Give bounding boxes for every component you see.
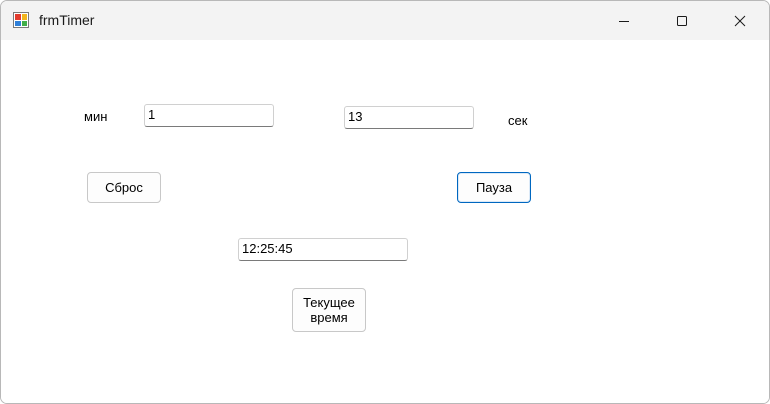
reset-button[interactable]: Сброс bbox=[87, 172, 161, 203]
seconds-label: сек bbox=[508, 113, 528, 128]
minimize-icon bbox=[619, 20, 629, 22]
timer-window: frmTimer мин 1 13 сек Сброс Пауза 12:25:… bbox=[0, 0, 770, 404]
close-button[interactable] bbox=[711, 1, 769, 40]
maximize-button[interactable] bbox=[653, 1, 711, 40]
seconds-input[interactable]: 13 bbox=[344, 106, 474, 129]
minutes-label: мин bbox=[84, 109, 108, 124]
minutes-input[interactable]: 1 bbox=[144, 104, 274, 127]
maximize-icon bbox=[677, 15, 687, 26]
current-time-button[interactable]: Текущее время bbox=[292, 288, 366, 332]
form-client-area: мин 1 13 сек Сброс Пауза 12:25:45 Текуще… bbox=[1, 40, 769, 403]
current-time-field[interactable]: 12:25:45 bbox=[238, 238, 408, 261]
winforms-app-icon bbox=[13, 12, 29, 28]
close-icon bbox=[734, 15, 746, 26]
pause-button[interactable]: Пауза bbox=[457, 172, 531, 203]
window-title: frmTimer bbox=[39, 12, 95, 28]
title-bar[interactable]: frmTimer bbox=[1, 1, 769, 40]
minimize-button[interactable] bbox=[595, 1, 653, 40]
